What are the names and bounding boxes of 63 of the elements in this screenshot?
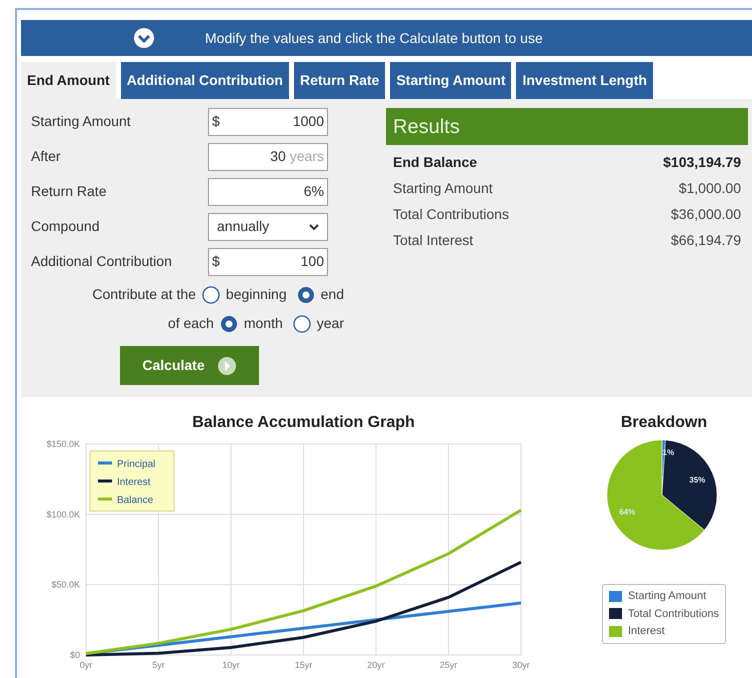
play-icon bbox=[216, 356, 237, 376]
radio-group-label: Contribute at the bbox=[92, 285, 196, 304]
axis-tick-label: $0 bbox=[70, 650, 80, 660]
legend-swatch bbox=[608, 590, 622, 602]
header-text: Modify the values and click the Calculate button to use bbox=[205, 28, 543, 48]
radio-label: end bbox=[320, 285, 344, 304]
tab[interactable]: Additional Contribution bbox=[120, 62, 289, 99]
chart-title: Balance Accumulation Graph bbox=[192, 413, 415, 433]
result-label: Starting Amount bbox=[393, 178, 493, 198]
legend-swatch bbox=[608, 626, 622, 637]
axis-tick-label: 15yr bbox=[294, 660, 312, 670]
input-field[interactable]: $ 1000 bbox=[208, 108, 328, 136]
axis-tick-label: 10yr bbox=[222, 660, 240, 670]
slice-label: 64% bbox=[619, 507, 636, 516]
radio-button[interactable] bbox=[220, 314, 238, 332]
field-label: Return Rate bbox=[31, 182, 108, 201]
collapse-icon[interactable] bbox=[133, 27, 155, 49]
axis-tick-label: 20yr bbox=[367, 660, 385, 670]
field-label: Additional Contribution bbox=[31, 252, 173, 271]
slice-label: 35% bbox=[689, 476, 706, 485]
radio-button[interactable] bbox=[292, 314, 311, 332]
result-value: $1,000.00 bbox=[678, 178, 741, 198]
axis-tick-label: $150.0K bbox=[46, 439, 80, 449]
result-label: Total Interest bbox=[393, 230, 474, 250]
radio-label: beginning bbox=[226, 285, 287, 304]
legend-label: Total Contributions bbox=[628, 606, 720, 622]
tab[interactable]: Starting Amount bbox=[390, 62, 512, 99]
axis-tick-label: 25yr bbox=[440, 660, 458, 670]
radio-group-label: of each bbox=[168, 314, 214, 333]
chevron-down-icon bbox=[309, 222, 319, 230]
calculate-button[interactable]: Calculate bbox=[120, 346, 259, 385]
axis-tick-label: 30yr bbox=[512, 660, 530, 670]
radio-button[interactable] bbox=[296, 286, 315, 304]
legend-label: Interest bbox=[117, 477, 151, 488]
legend-label: Principal bbox=[117, 459, 156, 470]
axis-tick-label: 0yr bbox=[80, 660, 92, 670]
result-label: End Balance bbox=[393, 152, 478, 172]
radio-button[interactable] bbox=[202, 286, 220, 304]
radio-label: month bbox=[244, 314, 283, 333]
axis-tick-label: 5yr bbox=[152, 660, 165, 670]
result-value: $103,194.79 bbox=[663, 152, 741, 172]
legend-swatch bbox=[608, 608, 622, 620]
axis-tick-label: $50.0K bbox=[51, 580, 80, 590]
legend-label: Balance bbox=[117, 495, 154, 506]
result-label: Total Contributions bbox=[393, 204, 509, 224]
field-label: Starting Amount bbox=[31, 112, 132, 131]
input-field[interactable]: 6% bbox=[208, 178, 328, 206]
input-field[interactable]: 30 years bbox=[208, 142, 328, 170]
result-value: $36,000.00 bbox=[670, 204, 741, 224]
tab[interactable]: Investment Length bbox=[516, 62, 653, 99]
radio-label: year bbox=[316, 314, 344, 333]
results-header: Results bbox=[386, 108, 748, 145]
field-label: After bbox=[31, 147, 62, 166]
input-field[interactable]: $ 100 bbox=[208, 248, 328, 276]
result-value: $66,194.79 bbox=[670, 230, 741, 250]
compound-select[interactable]: annually bbox=[208, 212, 328, 240]
tab[interactable]: End Amount bbox=[21, 62, 116, 99]
field-label: Compound bbox=[31, 217, 100, 236]
tab[interactable]: Return Rate bbox=[294, 62, 386, 99]
chart-title: Breakdown bbox=[620, 413, 708, 433]
axis-tick-label: $100.0K bbox=[46, 509, 80, 520]
legend-label: Interest bbox=[628, 624, 665, 639]
legend-label: Starting Amount bbox=[628, 589, 706, 604]
